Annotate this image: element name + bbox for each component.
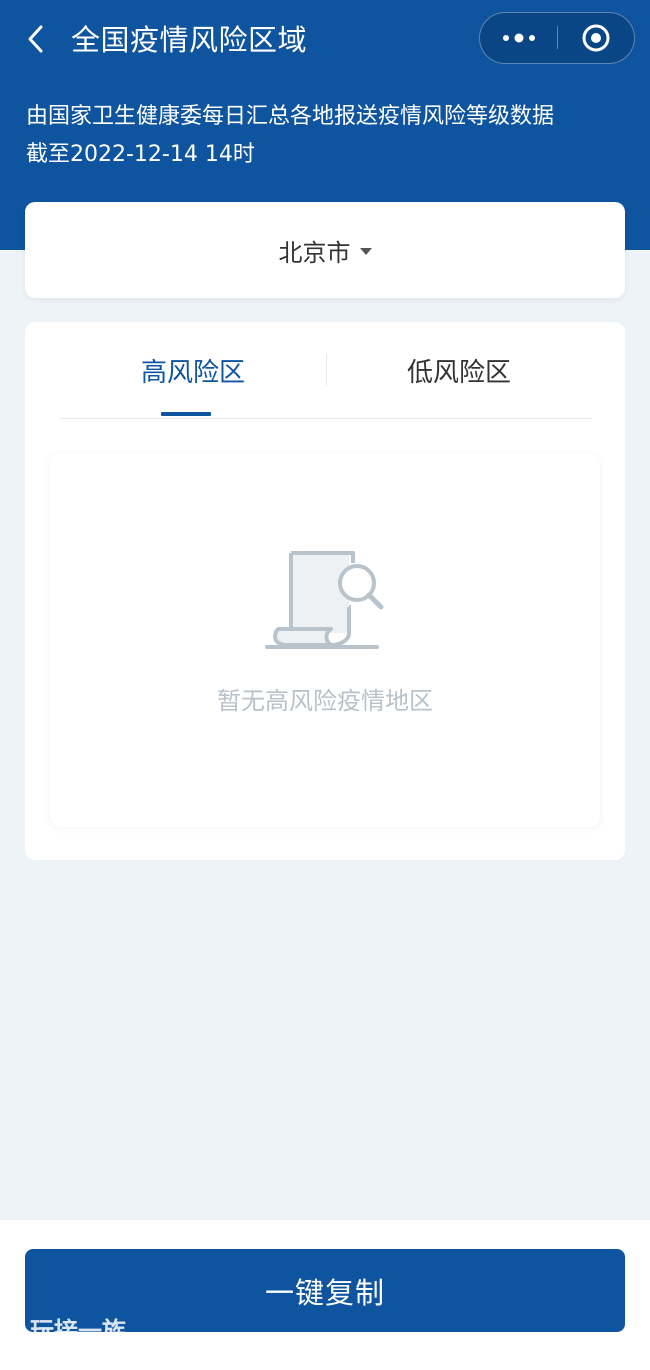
region-selector[interactable]: 北京市 (25, 202, 625, 298)
target-icon (582, 24, 609, 51)
more-button[interactable] (480, 13, 557, 62)
caret-down-icon (359, 247, 372, 255)
bottom-bar: 一键复制 (0, 1220, 650, 1370)
mini-program-capsule (479, 12, 635, 64)
empty-state: 暂无高风险疫情地区 (50, 453, 600, 827)
page-title: 全国疫情风险区域 (71, 23, 308, 57)
more-dots-icon (502, 33, 535, 42)
region-name: 北京市 (278, 238, 351, 267)
back-button[interactable] (18, 18, 54, 60)
empty-state-text: 暂无高风险疫情地区 (217, 687, 433, 715)
back-arrow-icon (28, 25, 43, 53)
tab-low-risk[interactable]: 低风险区 (326, 346, 592, 394)
update-time: 截至2022-12-14 14时 (26, 142, 255, 167)
close-button[interactable] (558, 13, 633, 62)
tab-high-risk[interactable]: 高风险区 (60, 346, 326, 394)
risk-area-card: 高风险区 低风险区 暂无高风险疫情地区 (25, 322, 625, 860)
document-search-icon (265, 551, 384, 649)
risk-tabs: 高风险区 低风险区 (60, 346, 592, 419)
watermark: 玩接一族 (30, 1317, 126, 1336)
active-tab-indicator (161, 412, 211, 416)
data-source-note: 由国家卫生健康委每日汇总各地报送疫情风险等级数据 截至2022-12-14 14… (26, 98, 554, 174)
data-source-line: 由国家卫生健康委每日汇总各地报送疫情风险等级数据 (26, 104, 555, 129)
